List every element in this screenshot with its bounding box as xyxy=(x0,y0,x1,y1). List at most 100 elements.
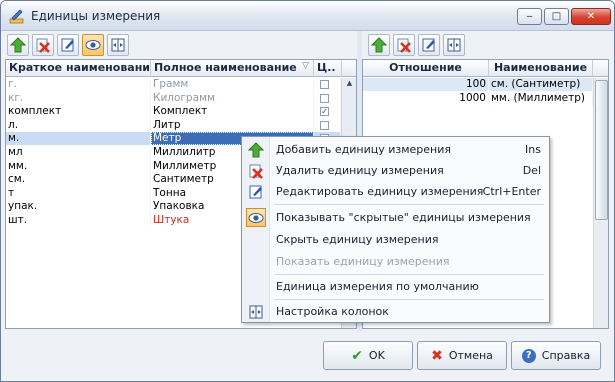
menu-separator xyxy=(274,299,544,300)
filter-icon[interactable]: ▽ xyxy=(302,61,309,71)
short-name-cell: комплект xyxy=(6,105,151,119)
ok-button[interactable]: ✔ OK xyxy=(323,341,413,370)
edit-unit-button[interactable] xyxy=(57,34,79,56)
columns-icon xyxy=(249,305,263,318)
add-unit-button[interactable] xyxy=(7,34,29,56)
full-name-cell: Килограмм xyxy=(151,91,314,105)
column-header-short[interactable]: Краткое наименование xyxy=(6,60,151,77)
menu-separator xyxy=(274,204,544,205)
table-row[interactable]: г. Грамм xyxy=(6,78,341,91)
checkmark-icon: ✔ xyxy=(351,347,363,364)
units-dialog: Единицы измерения ‒ □ ✕ Краткое наименов… xyxy=(0,0,615,382)
table-row[interactable]: кг. Килограмм xyxy=(6,91,341,105)
short-name-cell: мл xyxy=(6,146,151,159)
relation-columns-button[interactable] xyxy=(443,34,465,56)
delete-icon xyxy=(397,38,411,53)
delete-unit-button[interactable] xyxy=(32,34,54,56)
menu-item-delete[interactable]: Удалить единицу измерения Del xyxy=(242,160,549,181)
scroll-thumb[interactable] xyxy=(595,80,608,220)
short-name-cell: мм. xyxy=(6,159,151,173)
full-name-cell: Литр xyxy=(151,118,314,132)
table-row[interactable]: 100 см. (Сантиметр) xyxy=(363,78,593,91)
menu-item-columns[interactable]: Настройка колонок xyxy=(242,301,549,322)
short-name-cell: г. xyxy=(6,78,151,91)
window-title: Единицы измерения xyxy=(31,9,161,23)
short-name-cell: шт. xyxy=(6,214,151,227)
menu-item-delete-label: Удалить единицу измерения xyxy=(276,164,444,177)
menu-separator xyxy=(274,274,544,275)
scroll-up-icon[interactable]: ▲ xyxy=(343,79,356,91)
short-name-cell: л. xyxy=(6,118,151,132)
relations-vertical-scrollbar[interactable]: ▲ xyxy=(593,78,608,328)
ratio-cell: 100 xyxy=(363,78,489,91)
add-arrow-icon xyxy=(371,37,387,53)
row-checkbox[interactable] xyxy=(320,80,329,89)
eye-icon xyxy=(85,40,101,50)
full-name-cell: Грамм xyxy=(151,78,314,91)
units-toolbar xyxy=(1,31,135,59)
row-checkbox[interactable]: ✓ xyxy=(320,107,329,117)
menu-item-add-shortcut: Ins xyxy=(525,143,541,156)
short-name-cell: см. xyxy=(6,173,151,187)
row-checkbox[interactable] xyxy=(320,93,329,103)
show-hidden-toggle[interactable] xyxy=(82,34,104,56)
ok-label: OK xyxy=(368,349,385,362)
unit-name-cell: мм. (Миллиметр) xyxy=(489,91,593,105)
close-button[interactable]: ✕ xyxy=(571,8,611,25)
table-row[interactable]: комплект Комплект ✓ xyxy=(6,105,341,119)
column-header-name[interactable]: Наименование xyxy=(489,60,593,77)
row-checkbox[interactable] xyxy=(320,120,329,130)
columns-icon xyxy=(111,38,125,52)
relations-grid-header: Отношение Наименование xyxy=(363,60,608,77)
minimize-button[interactable]: ‒ xyxy=(517,8,542,25)
ruler-pencil-icon xyxy=(9,9,24,24)
delete-icon xyxy=(36,38,50,53)
menu-item-columns-label: Настройка колонок xyxy=(276,305,389,318)
edit-relation-button[interactable] xyxy=(418,34,440,56)
context-menu: Добавить единицу измерения Ins Удалить е… xyxy=(241,136,550,323)
menu-item-delete-shortcut: Del xyxy=(522,164,541,177)
delete-icon xyxy=(249,164,263,179)
short-name-cell: м. xyxy=(6,132,151,146)
menu-item-default[interactable]: Единица измерения по умолчанию xyxy=(242,276,549,297)
menu-item-add[interactable]: Добавить единицу измерения Ins xyxy=(242,139,549,160)
add-arrow-icon xyxy=(10,37,26,53)
units-grid-header: Краткое наименование Полное наименование… xyxy=(6,60,356,77)
table-row[interactable]: л. Литр xyxy=(6,118,341,132)
menu-item-show: Показать единицу измерения xyxy=(242,251,549,272)
menu-item-hide[interactable]: Скрыть единицу измерения xyxy=(242,229,549,250)
cross-icon: ✖ xyxy=(431,347,443,364)
relations-toolbar xyxy=(362,31,471,59)
help-button[interactable]: ? Справка xyxy=(511,341,601,370)
short-name-cell: т xyxy=(6,186,151,200)
column-header-full-label: Полное наименование xyxy=(154,61,297,74)
delete-relation-button[interactable] xyxy=(393,34,415,56)
minimize-icon: ‒ xyxy=(526,11,533,22)
help-icon: ? xyxy=(521,348,536,363)
column-header-flag[interactable]: Ц.. xyxy=(314,60,342,77)
title-bar[interactable]: Единицы измерения ‒ □ ✕ xyxy=(1,1,614,31)
maximize-icon: □ xyxy=(551,11,562,22)
ratio-cell: 1000 xyxy=(363,91,489,105)
column-settings-button[interactable] xyxy=(107,34,129,56)
menu-item-show-hidden[interactable]: Показывать "скрытые" единицы измерения xyxy=(242,207,549,228)
maximize-button[interactable]: □ xyxy=(544,8,569,25)
table-row[interactable]: 1000 мм. (Миллиметр) xyxy=(363,91,593,105)
short-name-cell: упак. xyxy=(6,200,151,214)
menu-item-edit-shortcut: Ctrl+Enter xyxy=(482,185,541,198)
menu-item-edit[interactable]: Редактировать единицу измерения Ctrl+Ent… xyxy=(242,181,549,202)
columns-icon xyxy=(447,38,461,52)
column-header-full[interactable]: Полное наименование ▽ xyxy=(151,60,314,77)
menu-item-edit-label: Редактировать единицу измерения xyxy=(276,185,484,198)
add-arrow-icon xyxy=(248,141,264,157)
help-label: Справка xyxy=(541,349,591,362)
edit-icon xyxy=(61,38,74,52)
close-icon: ✕ xyxy=(586,11,596,22)
cancel-label: Отмена xyxy=(448,349,493,362)
cancel-button[interactable]: ✖ Отмена xyxy=(417,341,507,370)
menu-item-show-hidden-label: Показывать "скрытые" единицы измерения xyxy=(276,211,531,224)
menu-item-add-label: Добавить единицу измерения xyxy=(276,143,451,156)
menu-item-show-label: Показать единицу измерения xyxy=(276,255,450,268)
column-header-ratio[interactable]: Отношение xyxy=(363,60,489,77)
add-relation-button[interactable] xyxy=(368,34,390,56)
